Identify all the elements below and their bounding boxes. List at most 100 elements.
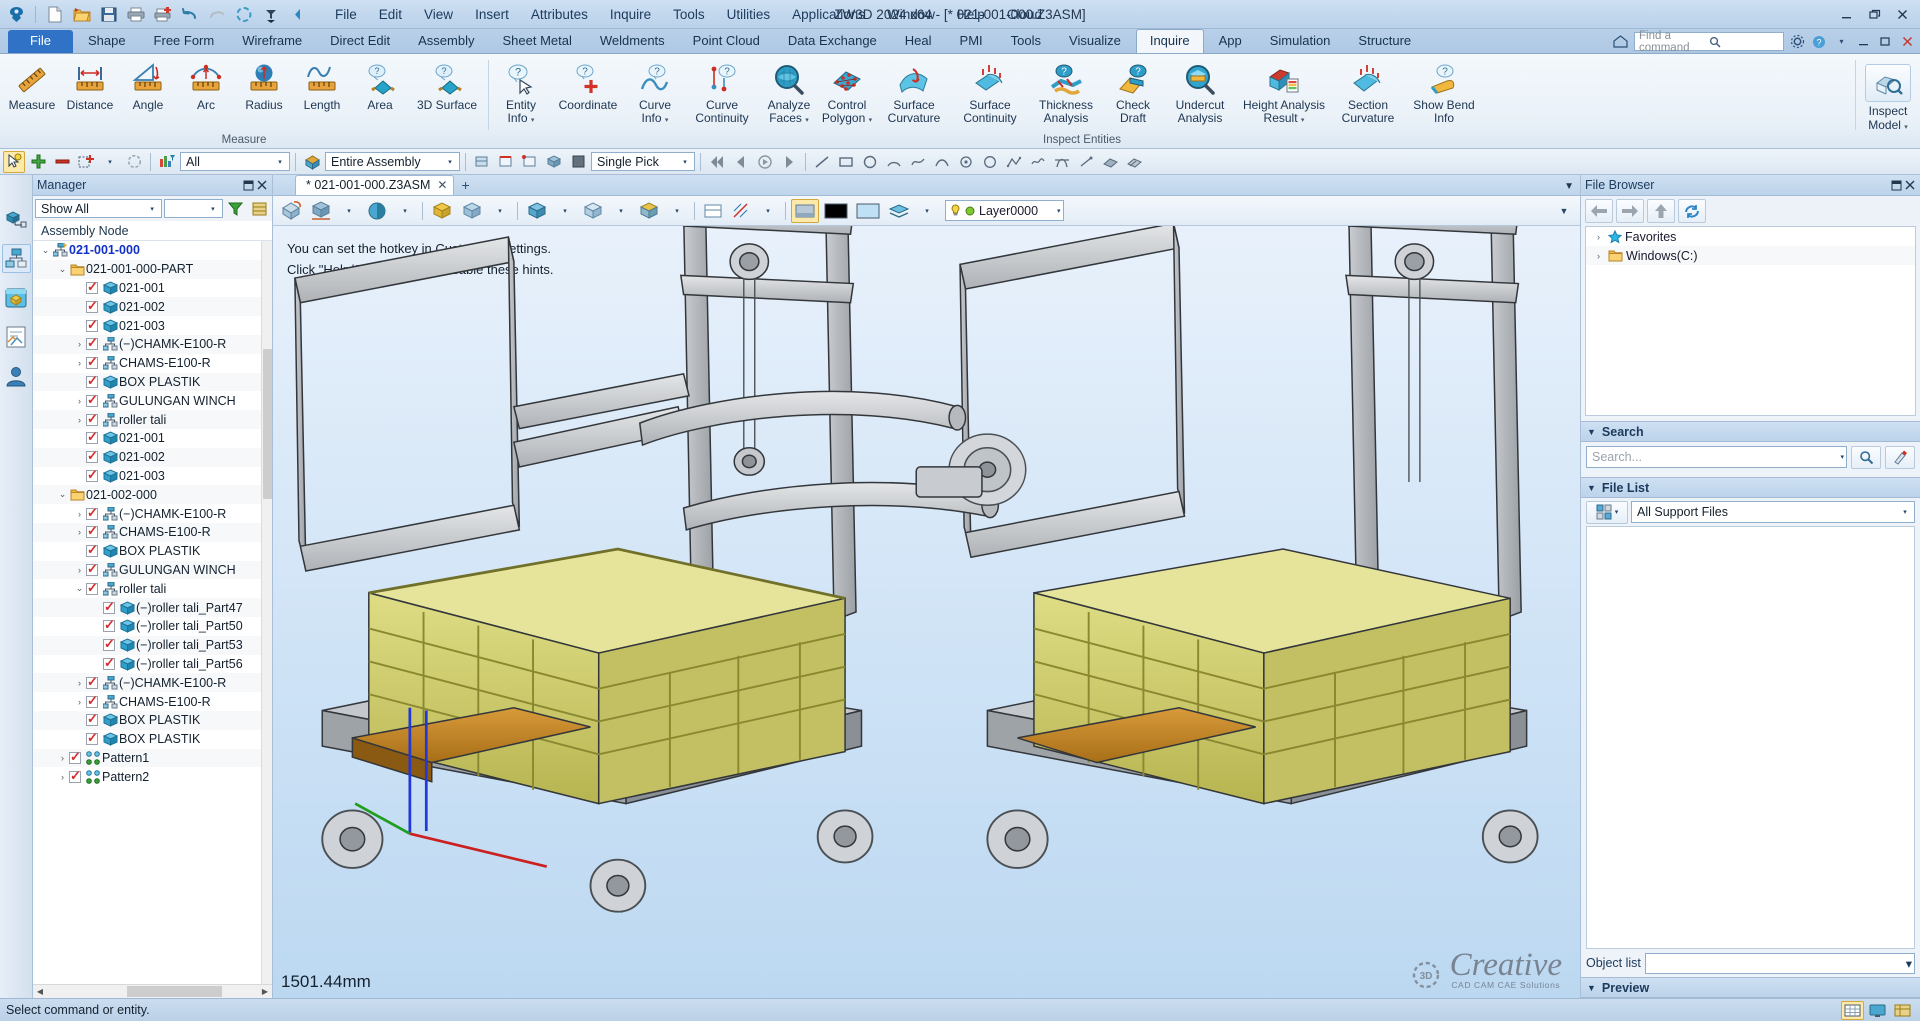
home-icon[interactable] <box>1612 33 1629 50</box>
ribbon-button-distance[interactable]: Distance <box>61 58 119 124</box>
search-options-button[interactable] <box>1885 445 1915 469</box>
ribbon-button-show-bend-info[interactable]: ? Show Bend Info <box>1406 58 1482 126</box>
ribbon-tab-file[interactable]: File <box>8 30 73 53</box>
manager-extra-combo[interactable]: ▾ <box>164 199 223 218</box>
ribbon-button-area[interactable]: ? Area <box>351 58 409 124</box>
ribbon-button-surface-continuity[interactable]: Surface Continuity <box>952 58 1028 126</box>
ribbon-button-coordinate[interactable]: ? Coordinate <box>550 58 626 124</box>
file-filter-combo[interactable]: All Support Files ▾ <box>1631 501 1915 523</box>
edge-select-icon[interactable] <box>495 151 517 173</box>
show-all-combo[interactable]: Show All ▾ <box>35 199 163 218</box>
ribbon-tab-pmi[interactable]: PMI <box>947 30 996 53</box>
save-icon[interactable] <box>96 3 121 26</box>
spline-tool-icon[interactable] <box>907 151 929 173</box>
view-mode-button[interactable]: ▾ <box>1586 500 1628 524</box>
tree-row[interactable]: 021-001 <box>33 429 272 448</box>
orient-view-icon[interactable] <box>277 199 305 223</box>
tree-checkbox[interactable] <box>86 711 98 727</box>
collapsed-chevron-icon[interactable]: › <box>73 565 86 575</box>
tree-checkbox[interactable] <box>86 674 98 690</box>
chevron-down-icon[interactable]: ▾ <box>1301 117 1305 124</box>
tree-row[interactable]: › (−)CHAMK-E100-R <box>33 673 272 693</box>
search-button[interactable] <box>1851 445 1881 469</box>
collapsed-chevron-icon[interactable]: › <box>56 753 69 763</box>
ribbon-chevron-down-icon[interactable]: ▾ <box>1833 33 1850 50</box>
section-view-icon[interactable] <box>635 199 663 223</box>
close-icon[interactable]: ✕ <box>437 178 447 192</box>
search-section-header[interactable]: ▼ Search <box>1581 421 1920 442</box>
tree-checkbox[interactable] <box>69 749 81 765</box>
face-select-icon[interactable] <box>471 151 493 173</box>
command-search-input[interactable]: Find a command <box>1634 30 1784 54</box>
reselect-icon[interactable] <box>123 151 145 173</box>
chevron-down-icon[interactable]: ▾ <box>145 205 159 213</box>
print-icon[interactable] <box>123 3 148 26</box>
add-selection-icon[interactable] <box>75 151 97 173</box>
scroll-right-arrow-icon[interactable]: ▶ <box>258 987 272 996</box>
ribbon-tab-visualize[interactable]: Visualize <box>1056 30 1134 53</box>
polyline-tool-icon[interactable] <box>1003 151 1025 173</box>
tree-scrollbar[interactable] <box>261 241 272 984</box>
section-collapse-icon[interactable]: ▼ <box>1587 427 1596 437</box>
manager-close-icon[interactable] <box>255 179 268 192</box>
ray-tool-icon[interactable] <box>1075 151 1097 173</box>
tree-row[interactable]: 021-001 <box>33 279 272 298</box>
collapsed-chevron-icon[interactable]: › <box>73 339 86 349</box>
ribbon-button-section-curvature[interactable]: Section Curvature <box>1330 58 1406 126</box>
hscroll-thumb[interactable] <box>127 986 223 997</box>
collapsed-chevron-icon[interactable]: › <box>73 396 86 406</box>
ribbon-tab-heal[interactable]: Heal <box>892 30 945 53</box>
object-list-combo[interactable]: ▾ <box>1644 952 1915 974</box>
collapsed-chevron-icon[interactable]: › <box>73 697 86 707</box>
expand-chevron-icon[interactable]: › <box>1592 232 1605 242</box>
expanded-chevron-icon[interactable]: ⌄ <box>73 583 86 594</box>
menu-insert[interactable]: Insert <box>464 3 520 26</box>
surface2-tool-icon[interactable] <box>1123 151 1145 173</box>
dropdown-arrow-icon[interactable]: ▾ <box>99 151 121 173</box>
tree-checkbox[interactable] <box>86 279 98 295</box>
assembly-scope-combo[interactable]: Entire Assembly ▾ <box>325 152 460 171</box>
ribbon-button-undercut-analysis[interactable]: Undercut Analysis <box>1162 58 1238 126</box>
filter-combo[interactable]: All ▾ <box>180 152 290 171</box>
tree-checkbox[interactable] <box>86 354 98 370</box>
file-browser-search-input[interactable]: Search... ▾ <box>1586 446 1847 468</box>
tree-checkbox[interactable] <box>86 411 98 427</box>
tree-row[interactable]: ⌄ 021-002-000 <box>33 485 272 505</box>
chevron-down-icon[interactable]: ▾ <box>678 158 692 166</box>
document-tab[interactable]: * 021-001-000.Z3ASM ✕ <box>295 175 455 195</box>
remove-icon[interactable] <box>51 151 73 173</box>
section-collapse-icon[interactable]: ▼ <box>1587 483 1596 493</box>
file-browser-tree[interactable]: › Favorites › Windows(C:) <box>1585 226 1916 416</box>
tree-row[interactable]: (−)roller tali_Part53 <box>33 635 272 655</box>
chevron-down-icon[interactable]: ▼ <box>1564 181 1574 192</box>
parabola-tool-icon[interactable] <box>1051 151 1073 173</box>
vertex-select-icon[interactable] <box>519 151 541 173</box>
visibility-chevron-down-icon[interactable]: ▾ <box>488 199 512 223</box>
show-part-icon[interactable] <box>579 199 607 223</box>
rect-tool-icon[interactable] <box>835 151 857 173</box>
light-color-swatch[interactable] <box>853 199 883 223</box>
tree-scrollbar-thumb[interactable] <box>263 349 272 499</box>
menu-window[interactable]: Window <box>876 3 946 26</box>
single-pick-mode-icon[interactable] <box>567 151 589 173</box>
tree-checkbox[interactable] <box>86 448 98 464</box>
ribbon-tab-weldments[interactable]: Weldments <box>587 30 678 53</box>
tree-row[interactable]: › (−)CHAMK-E100-R <box>33 334 272 354</box>
tree-row[interactable]: 021-002 <box>33 447 272 467</box>
chevron-down-icon[interactable]: ▾ <box>1615 508 1619 516</box>
file-list-section-header[interactable]: ▼ File List <box>1581 477 1920 498</box>
undo-icon[interactable] <box>177 3 202 26</box>
doc-close-icon[interactable] <box>1899 33 1916 50</box>
expanded-chevron-icon[interactable]: ⌄ <box>56 489 69 500</box>
ribbon-button-measure[interactable]: Measure <box>3 58 61 124</box>
chevron-down-icon[interactable]: ▾ <box>1840 453 1844 461</box>
chevron-down-icon[interactable]: ▾ <box>443 158 457 166</box>
tree-checkbox[interactable] <box>69 768 81 784</box>
filter-dropdown-icon[interactable] <box>258 3 283 26</box>
status-grid-icon[interactable] <box>1841 1000 1864 1020</box>
file-browser-close-icon[interactable] <box>1903 179 1916 192</box>
step-back-icon[interactable] <box>730 151 752 173</box>
tree-checkbox[interactable] <box>86 467 98 483</box>
restore-button[interactable] <box>1861 4 1888 24</box>
menu-edit[interactable]: Edit <box>368 3 413 26</box>
